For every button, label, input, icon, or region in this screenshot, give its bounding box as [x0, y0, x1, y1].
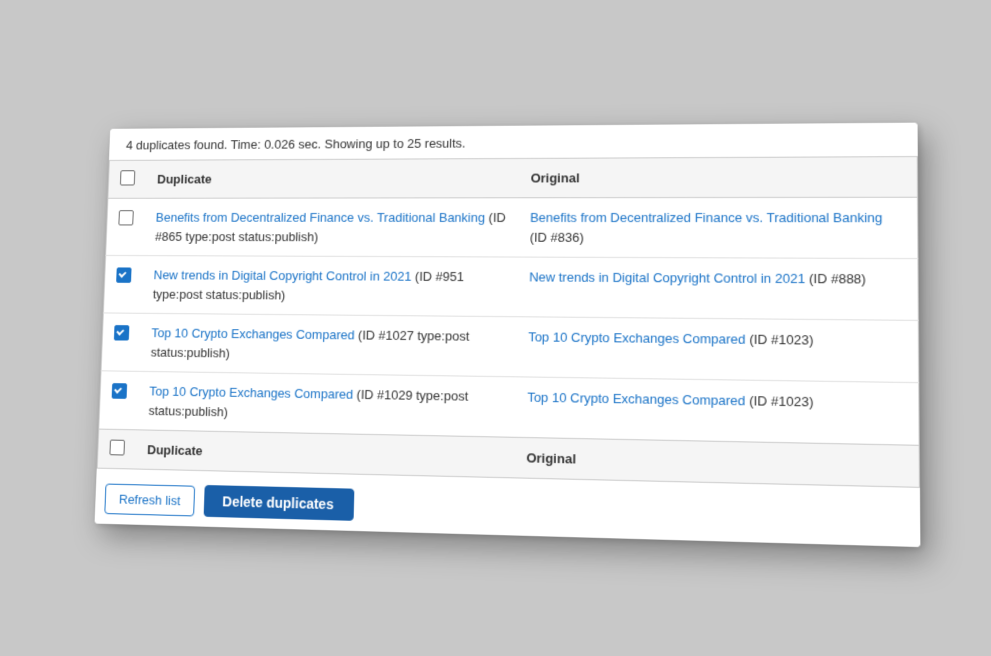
- table-row: New trends in Digital Copyright Control …: [103, 255, 918, 320]
- row-0-duplicate-link[interactable]: Benefits from Decentralized Finance vs. …: [155, 210, 485, 225]
- row-0-original-meta: (ID #836): [529, 229, 583, 244]
- footer-select-all-checkbox[interactable]: [109, 440, 125, 456]
- delete-button-label: Delete duplicates: [222, 493, 334, 512]
- row-2-original-cell: Top 10 Crypto Exchanges Compared (ID #10…: [515, 317, 918, 383]
- header-checkbox-cell: [107, 160, 146, 198]
- status-text: 4 duplicates found. Time: 0.026 sec. Sho…: [125, 136, 465, 152]
- row-3-duplicate-cell: Top 10 Crypto Exchanges Compared (ID #10…: [136, 371, 515, 437]
- row-2-checkbox-cell: [101, 313, 141, 371]
- row-2-duplicate-cell: Top 10 Crypto Exchanges Compared (ID #10…: [138, 313, 516, 377]
- row-1-duplicate-link[interactable]: New trends in Digital Copyright Control …: [153, 268, 411, 284]
- row-3-duplicate-link[interactable]: Top 10 Crypto Exchanges Compared: [149, 384, 353, 402]
- select-all-checkbox[interactable]: [119, 170, 134, 185]
- row-1-original-cell: New trends in Digital Copyright Control …: [516, 257, 918, 320]
- row-0-checkbox[interactable]: [118, 210, 133, 225]
- row-3-checkbox[interactable]: [111, 383, 127, 399]
- delete-duplicates-button[interactable]: Delete duplicates: [203, 485, 354, 521]
- row-2-checkbox[interactable]: [113, 325, 128, 341]
- row-0-original-link[interactable]: Benefits from Decentralized Finance vs. …: [529, 210, 882, 225]
- table-row: Benefits from Decentralized Finance vs. …: [105, 197, 917, 258]
- row-3-checkbox-cell: [98, 371, 138, 430]
- main-panel: 4 duplicates found. Time: 0.026 sec. Sho…: [94, 123, 920, 547]
- duplicates-table: Duplicate Original Benefits from Decentr…: [96, 156, 919, 488]
- row-2-original-link[interactable]: Top 10 Crypto Exchanges Compared: [528, 329, 746, 347]
- row-2-original-meta: (ID #1023): [745, 332, 813, 348]
- refresh-button[interactable]: Refresh list: [104, 483, 195, 516]
- row-1-original-link[interactable]: New trends in Digital Copyright Control …: [528, 270, 804, 287]
- row-1-duplicate-cell: New trends in Digital Copyright Control …: [141, 256, 517, 317]
- row-3-original-cell: Top 10 Crypto Exchanges Compared (ID #10…: [514, 377, 919, 446]
- row-3-original-link[interactable]: Top 10 Crypto Exchanges Compared: [527, 390, 745, 409]
- header-duplicate-col: Duplicate: [145, 158, 519, 198]
- row-1-original-meta: (ID #888): [805, 271, 866, 287]
- row-0-checkbox-cell: [105, 198, 145, 255]
- row-1-checkbox[interactable]: [116, 267, 131, 282]
- panel-wrapper: 4 duplicates found. Time: 0.026 sec. Sho…: [86, 123, 906, 533]
- row-2-duplicate-link[interactable]: Top 10 Crypto Exchanges Compared: [151, 325, 355, 342]
- row-0-original-cell: Benefits from Decentralized Finance vs. …: [517, 197, 917, 258]
- row-1-checkbox-cell: [103, 255, 143, 313]
- row-0-duplicate-cell: Benefits from Decentralized Finance vs. …: [143, 198, 518, 257]
- status-bar: 4 duplicates found. Time: 0.026 sec. Sho…: [109, 123, 918, 160]
- row-3-original-meta: (ID #1023): [745, 393, 813, 410]
- footer-checkbox-cell: [97, 429, 136, 469]
- header-original-col: Original: [518, 157, 917, 198]
